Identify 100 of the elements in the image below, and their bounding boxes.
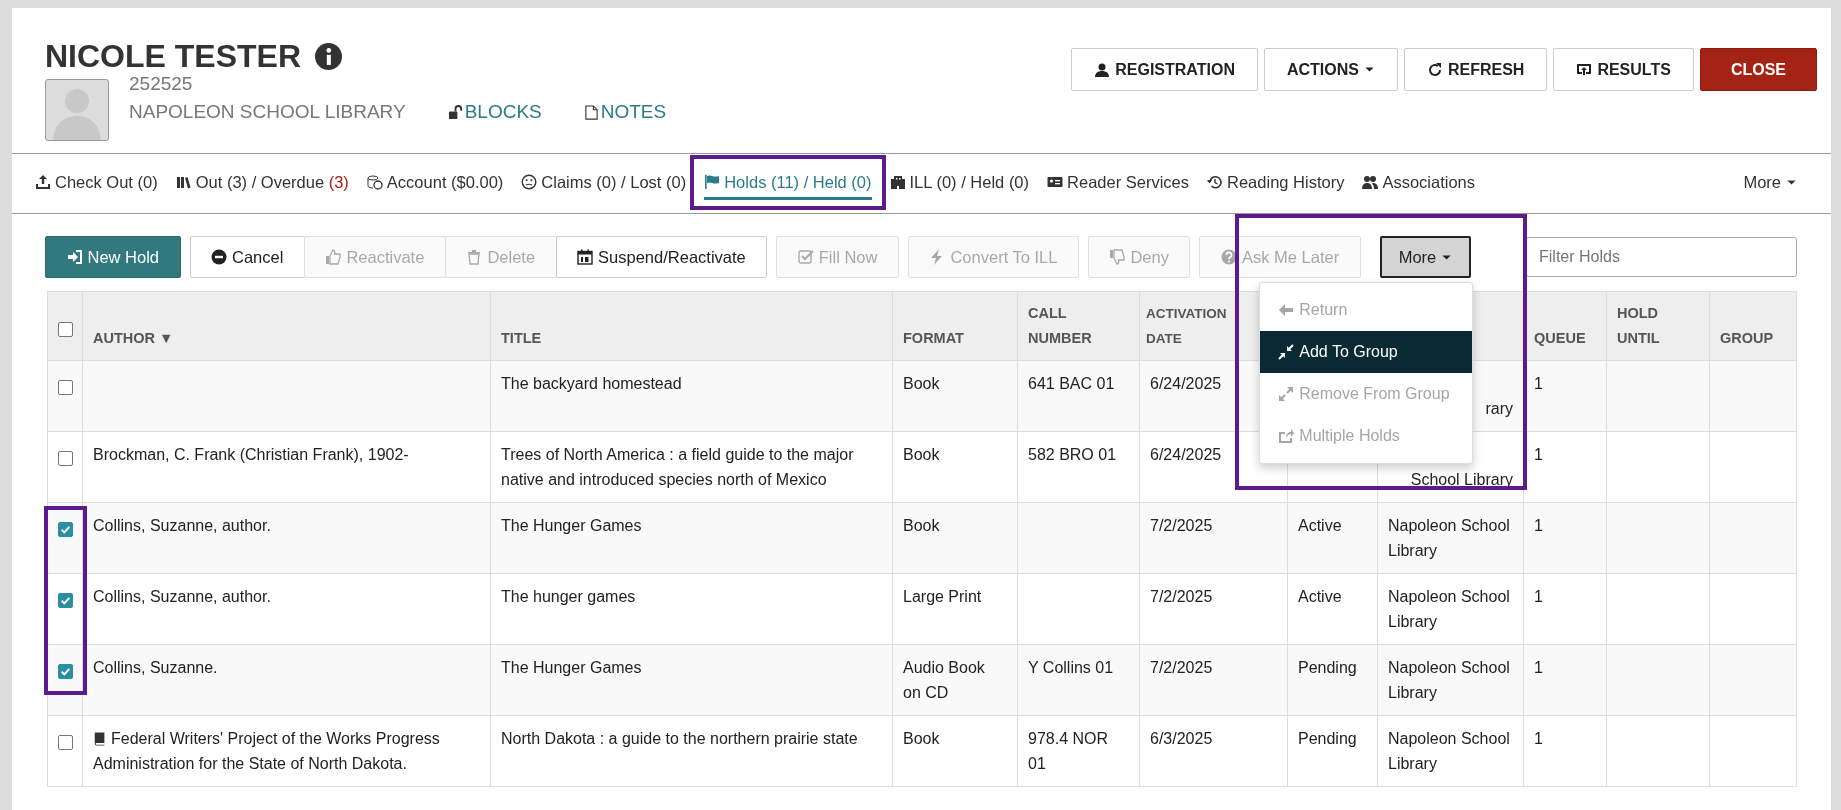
table-cell: Active	[1298, 517, 1342, 534]
patron-link[interactable]: BLOCKS	[447, 101, 542, 123]
menu-item[interactable]: Add To Group	[1260, 331, 1473, 373]
upload-icon	[35, 174, 51, 190]
table-cell: Napoleon School Library	[1388, 517, 1510, 559]
checkbox[interactable]	[57, 321, 73, 337]
checkbox[interactable]	[57, 593, 73, 609]
flag-icon	[704, 174, 721, 190]
calendar-icon	[577, 249, 594, 265]
info-icon	[315, 43, 342, 70]
table-cell: Pending	[1298, 659, 1357, 676]
table-cell: Active	[1298, 588, 1342, 605]
toolbar-button[interactable]: New Hold	[45, 236, 181, 278]
table-cell: Collins, Suzanne, author.	[93, 517, 271, 534]
tab[interactable]: Reading History	[1207, 167, 1345, 200]
table-cell: Federal Writers' Project of the Works Progress Administration for the State of North Dakota.	[93, 730, 440, 772]
table-cell: 6/24/2025	[1150, 375, 1222, 392]
header-button[interactable]: ACTIONS	[1263, 48, 1398, 91]
tab[interactable]: Holds (11) / Held (0)	[704, 167, 872, 200]
checkbox[interactable]	[57, 735, 73, 751]
table-cell: Y Collins 01	[1028, 659, 1114, 676]
header-button[interactable]: REGISTRATION	[1071, 48, 1258, 91]
checkbox[interactable]	[57, 380, 73, 396]
table-cell-text: School Library	[1409, 470, 1513, 490]
thumbs-up-icon	[325, 249, 342, 265]
more-tabs-menu[interactable]: More	[1743, 167, 1801, 200]
toolbar-button[interactable]: Suspend/Reactivate	[555, 236, 768, 278]
table-cell: The hunger games	[501, 588, 636, 605]
patron-link[interactable]: NOTES	[583, 101, 667, 123]
table-cell: Brockman, C. Frank (Christian Frank), 1902-	[93, 446, 409, 463]
tab[interactable]: Check Out (0)	[35, 167, 158, 200]
caret-icon	[1363, 64, 1375, 75]
table-cell: Book	[903, 446, 940, 463]
table-cell: 641 BAC 01	[1028, 375, 1115, 392]
table-cell: 1	[1534, 517, 1543, 534]
checkbox[interactable]	[57, 522, 73, 538]
table-cell: 978.4 NOR 01	[1028, 730, 1109, 772]
table-cell: 1	[1534, 588, 1543, 605]
table-cell: 7/2/2025	[1150, 588, 1213, 605]
table-cell-text: rary	[1484, 399, 1513, 419]
table-cell: 1	[1534, 730, 1543, 747]
table-cell: The Hunger Games	[501, 517, 642, 534]
coins-icon	[366, 174, 383, 190]
table-cell: Napoleon School Library	[1388, 659, 1510, 701]
table-cell: 1	[1534, 375, 1543, 392]
header-button[interactable]: REFRESH	[1403, 48, 1548, 91]
document-icon	[583, 103, 599, 121]
unlocked-padlock-icon	[447, 103, 463, 121]
header-button[interactable]: CLOSE	[1699, 48, 1817, 91]
checkbox[interactable]	[57, 451, 73, 467]
patron-library: NAPOLEON SCHOOL LIBRARY	[129, 101, 406, 123]
expand-arrows-icon	[1278, 386, 1295, 402]
thumbs-down-icon	[1109, 249, 1126, 265]
table-cell: Trees of North America : a field guide to the major native and introduced species north of Mexico	[501, 446, 854, 488]
history-icon	[1207, 174, 1224, 190]
patron-id: 252525	[129, 73, 194, 95]
minus-circle-icon	[211, 249, 228, 265]
header-button[interactable]: RESULTS	[1553, 48, 1694, 91]
tab[interactable]: ILL (0) / Held (0)	[889, 167, 1030, 200]
checkbox[interactable]	[57, 664, 73, 680]
more-button[interactable]: More	[1379, 236, 1472, 278]
screen-upload-icon	[1576, 61, 1593, 78]
tab[interactable]: Reader Services	[1047, 167, 1190, 200]
building-icon	[889, 174, 906, 190]
table-cell: Audio Book on CD	[903, 659, 985, 701]
table-cell: The Hunger Games	[501, 659, 642, 676]
table-cell: The backyard homestead	[501, 375, 682, 392]
table-cell: Book	[903, 517, 940, 534]
table-cell: 6/24/2025	[1150, 446, 1222, 463]
avatar-placeholder	[45, 79, 109, 141]
tab[interactable]: Account ($0.00)	[366, 167, 504, 200]
table-cell: 1	[1534, 659, 1543, 676]
books-icon	[175, 174, 192, 190]
table-cell: 6/3/2025	[1150, 730, 1213, 747]
refresh-icon	[1426, 61, 1443, 78]
table-cell: 7/2/2025	[1150, 659, 1213, 676]
table-cell: 582 BRO 01	[1028, 446, 1117, 463]
people-icon	[1362, 174, 1379, 190]
table-cell: Napoleon School Library	[1388, 588, 1510, 630]
id-card-icon	[1047, 174, 1064, 190]
table-cell: Large Print	[903, 588, 982, 605]
compress-arrows-icon	[1278, 344, 1295, 360]
tab[interactable]: Associations	[1362, 167, 1476, 200]
tab[interactable]: Out (3) / Overdue (3)	[175, 167, 349, 200]
table-cell: Book	[903, 375, 940, 392]
share-icon	[1278, 428, 1295, 444]
left-arrow-icon	[1278, 302, 1295, 318]
checkbox-icon	[797, 249, 814, 265]
table-cell: Napoleon School Library	[1388, 730, 1510, 772]
question-icon	[1221, 249, 1237, 265]
trash-icon	[466, 249, 483, 265]
table-cell: Collins, Suzanne, author.	[93, 588, 271, 605]
table-cell: Pending	[1298, 730, 1357, 747]
table-cell: Book	[903, 730, 940, 747]
toolbar-button[interactable]: Cancel	[189, 236, 305, 278]
tab[interactable]: Claims (0) / Lost (0)	[521, 167, 687, 200]
face-icon	[521, 174, 538, 190]
patron-name: NICOLE TESTER	[45, 38, 301, 75]
person-icon	[1094, 61, 1111, 78]
filter-field[interactable]: Filter Holds	[1526, 237, 1797, 277]
